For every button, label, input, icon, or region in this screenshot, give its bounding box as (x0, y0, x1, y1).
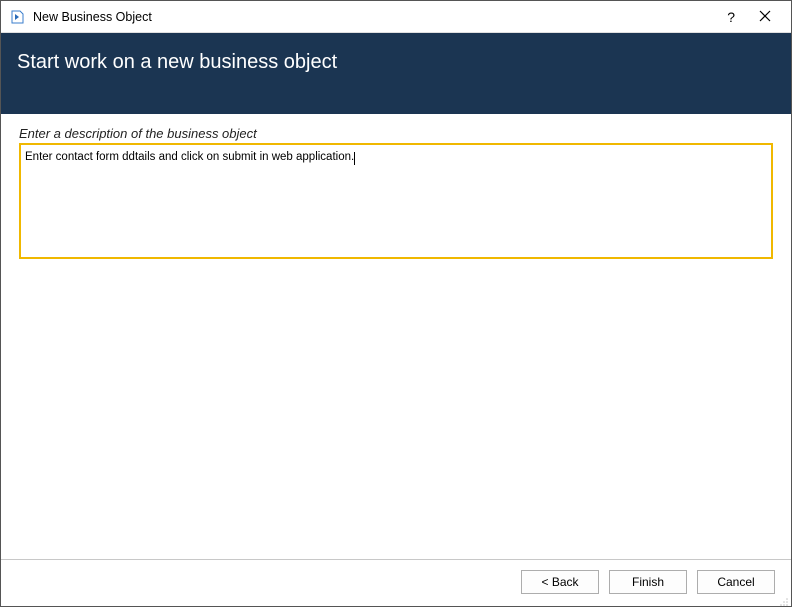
wizard-footer: < Back Finish Cancel (1, 559, 791, 606)
window-controls: ? (727, 9, 783, 25)
text-caret (354, 152, 355, 165)
description-text: Enter contact form ddtails and click on … (25, 151, 354, 163)
description-label: Enter a description of the business obje… (19, 126, 773, 141)
wizard-banner: Start work on a new business object (1, 33, 791, 114)
cancel-button[interactable]: Cancel (697, 570, 775, 594)
close-icon[interactable] (759, 9, 771, 25)
finish-button[interactable]: Finish (609, 570, 687, 594)
back-button[interactable]: < Back (521, 570, 599, 594)
wizard-content: Enter a description of the business obje… (1, 114, 791, 259)
resize-grip-icon[interactable] (779, 594, 789, 604)
app-icon (9, 9, 25, 25)
description-input[interactable]: Enter contact form ddtails and click on … (19, 143, 773, 259)
help-icon[interactable]: ? (727, 9, 735, 25)
titlebar: New Business Object ? (1, 1, 791, 33)
banner-heading: Start work on a new business object (17, 51, 771, 74)
window-title: New Business Object (33, 10, 727, 24)
